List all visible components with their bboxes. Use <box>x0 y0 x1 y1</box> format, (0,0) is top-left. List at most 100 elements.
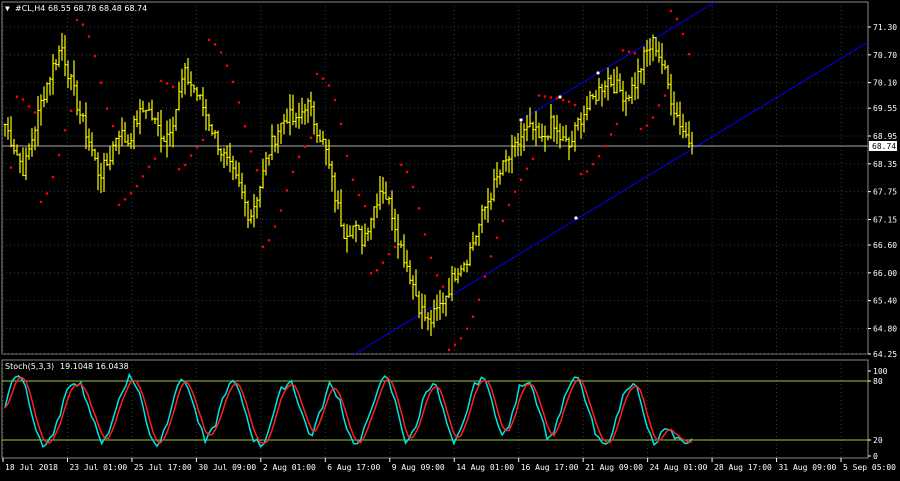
price-axis[interactable]: 71.30 70.70 70.10 69.55 68.95 68.35 67.75 67.15… <box>868 23 897 359</box>
sar-dot <box>261 245 265 249</box>
sar-dot <box>357 193 361 197</box>
sar-dot <box>195 145 199 149</box>
sar-dot <box>405 170 409 174</box>
sar-dot <box>75 18 79 22</box>
sar-dot <box>315 72 319 76</box>
sar-dot <box>297 155 301 159</box>
sar-dot <box>267 238 271 242</box>
time-tick-label: 23 Jul 01:00 <box>69 463 127 472</box>
channel-anchor-point[interactable] <box>574 216 578 220</box>
price-tick-label: 65.40 <box>873 297 897 306</box>
sar-dot <box>363 204 367 208</box>
price-tick-label: 70.70 <box>873 51 897 60</box>
sar-dot <box>165 82 169 85</box>
price-tick-label: 64.25 <box>873 350 897 359</box>
time-tick-label: 21 Aug 09:00 <box>585 463 643 472</box>
sar-dot <box>465 327 469 331</box>
sar-dot <box>639 127 643 131</box>
sar-dot <box>675 17 679 21</box>
sar-dot <box>33 111 37 114</box>
sar-dot <box>99 81 103 84</box>
channel-anchor-point[interactable] <box>558 95 562 99</box>
sar-dot <box>81 23 85 26</box>
sar-dot <box>45 192 49 195</box>
sar-dot <box>483 275 487 278</box>
sar-dot <box>153 157 157 160</box>
sar-dot <box>663 94 667 97</box>
sar-dot <box>123 198 127 201</box>
time-axis[interactable]: 18 Jul 2018 23 Jul 01:00 25 Jul 17:00 30 Ju… <box>2 458 896 472</box>
sar-dot <box>669 9 673 13</box>
sar-dot <box>543 95 547 98</box>
sar-dot <box>399 163 403 167</box>
stoch-values: 19.1048 16.0438 <box>60 362 129 371</box>
sar-dot <box>201 138 205 142</box>
chart-menu-arrow-icon[interactable]: ▼ <box>5 4 10 13</box>
time-tick-label: 24 Aug 01:00 <box>650 463 708 472</box>
price-tick-label: 64.80 <box>873 324 897 333</box>
sar-dot <box>249 150 253 153</box>
time-tick-label: 28 Aug 17:00 <box>714 463 772 472</box>
symbol-label: #CL,H4 <box>15 4 45 13</box>
sar-dot <box>39 200 43 204</box>
sar-dot <box>237 101 241 104</box>
sar-dot <box>57 153 61 157</box>
sar-dot <box>27 105 31 108</box>
sar-dot <box>93 54 97 58</box>
sar-dot <box>135 184 139 188</box>
sar-dot <box>687 52 691 56</box>
sar-dot <box>597 154 601 158</box>
sar-dot <box>459 337 463 340</box>
price-tick-label: 67.15 <box>873 215 897 224</box>
sar-dot <box>111 124 115 128</box>
sar-dot <box>279 209 283 212</box>
stoch-axis[interactable]: 10080 20 0 <box>868 367 888 461</box>
sar-dot <box>447 348 451 352</box>
sar-dot <box>141 175 145 178</box>
time-tick-label: 9 Aug 09:00 <box>392 463 445 472</box>
price-tick-label: 70.10 <box>873 79 897 88</box>
sar-dot <box>291 170 295 174</box>
sar-dot <box>303 145 307 149</box>
sar-dot <box>159 79 163 83</box>
sar-dot <box>273 225 277 228</box>
sar-dot <box>351 178 355 182</box>
sar-dot <box>255 168 259 172</box>
sar-dot <box>189 154 193 157</box>
sar-dot <box>609 133 613 136</box>
sar-dot <box>471 315 475 319</box>
sar-dot <box>417 207 421 210</box>
ohlc-values: 68.55 68.78 68.48 68.74 <box>48 4 147 13</box>
time-tick-label: 25 Jul 17:00 <box>134 463 192 472</box>
price-tick-label: 69.55 <box>873 104 897 113</box>
sar-dot <box>171 85 175 89</box>
price-tick-label: 66.00 <box>873 269 897 278</box>
sar-dot <box>147 165 151 168</box>
channel-anchor-point[interactable] <box>596 71 600 75</box>
current-price-label: 68.74 <box>872 142 896 151</box>
sar-dot <box>519 178 523 182</box>
sar-dot <box>531 157 535 161</box>
price-tick-label: 71.30 <box>873 23 897 32</box>
time-tick-label: 14 Aug 01:00 <box>456 463 514 472</box>
sar-dot <box>411 185 415 189</box>
stoch-label: Stoch(5,3,3) <box>5 362 54 371</box>
sar-dot <box>645 124 649 127</box>
sar-dot <box>441 285 445 288</box>
time-tick-label: 5 Sep 05:00 <box>843 463 896 472</box>
price-tick-label: 68.35 <box>873 160 897 169</box>
chart-window[interactable]: ▼ #CL,H4 68.55 68.78 68.48 68.74 71.30 70… <box>0 0 900 477</box>
channel-anchor-point[interactable] <box>519 118 523 122</box>
price-tick-label: 67.75 <box>873 188 897 197</box>
stoch-tick-label: 20 <box>873 436 883 445</box>
sar-dot <box>453 343 457 347</box>
sar-dot <box>51 175 55 179</box>
sar-dot <box>561 98 565 102</box>
price-tick-label: 66.60 <box>873 241 897 250</box>
sar-dot <box>387 252 391 256</box>
sar-dot <box>627 50 631 54</box>
sar-dot <box>15 95 19 99</box>
stoch-tick-label: 100 <box>873 367 888 376</box>
time-tick-label: 2 Aug 01:00 <box>263 463 316 472</box>
sar-dot <box>537 94 541 97</box>
